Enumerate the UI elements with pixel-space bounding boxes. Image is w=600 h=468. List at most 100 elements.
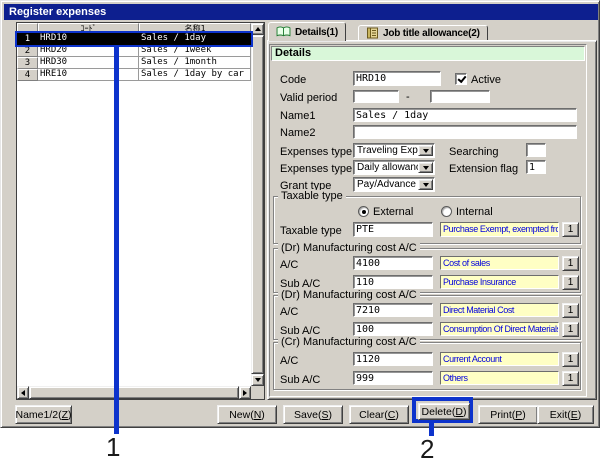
save-button[interactable]: Save(S): [283, 405, 343, 424]
table-row[interactable]: 2 HRD20 Sales / 1week: [17, 45, 251, 57]
label-part: ): [578, 409, 582, 421]
dr2-ac-lookup-button[interactable]: 1: [562, 303, 579, 318]
header-code[interactable]: ｺｰﾄﾞ: [38, 23, 139, 33]
grant-type-select[interactable]: Pay/Advance: [353, 177, 435, 192]
dr1-ac-label: A/C: [280, 259, 298, 271]
title-bar[interactable]: Register expenses: [4, 4, 598, 20]
label-part: ): [395, 409, 399, 421]
label-part: ): [261, 409, 265, 421]
exit-button[interactable]: Exit(E): [537, 405, 594, 424]
print-button[interactable]: Print(P): [478, 405, 538, 424]
valid-from-input[interactable]: [353, 90, 399, 103]
label-part: Print(: [490, 409, 515, 421]
scroll-down-button[interactable]: [251, 374, 264, 386]
searching-input[interactable]: [526, 143, 546, 157]
callout-2-label: 2: [420, 434, 434, 465]
label-part: Clear(: [359, 409, 388, 421]
label-part: S: [321, 409, 328, 421]
dr2-ac-input[interactable]: [353, 303, 433, 317]
scroll-corner: [251, 386, 264, 399]
taxable-type-group-label: Taxable type: [278, 190, 346, 202]
name12-button[interactable]: Name1/2(Z): [15, 405, 72, 424]
table-row[interactable]: 3 HRD30 Sales / 1month: [17, 57, 251, 69]
cr-ac-input[interactable]: [353, 352, 433, 366]
window-title: Register expenses: [9, 6, 106, 18]
expenses-type-1-value: Traveling Exp: [357, 145, 418, 156]
tab-details[interactable]: Details(1): [268, 22, 346, 41]
valid-to-input[interactable]: [430, 90, 490, 103]
dr1-sub-name-display: Purchase Insurance: [440, 275, 559, 289]
row-name: Sales / 1week: [139, 45, 251, 57]
row-name: Sales / 1day by car: [139, 69, 251, 81]
table-row[interactable]: 4 HRE10 Sales / 1day by car: [17, 69, 251, 81]
dr1-group-label: (Dr) Manufacturing cost A/C: [278, 242, 420, 254]
scroll-left-button[interactable]: [17, 386, 29, 399]
row-code: HRD10: [38, 33, 139, 45]
dropdown-arrow-icon[interactable]: [418, 145, 433, 156]
taxable-desc-display: Purchase Exempt, exempted from: [440, 222, 559, 237]
horizontal-scroll-thumb[interactable]: [29, 386, 239, 399]
active-label: Active: [471, 74, 501, 86]
cr-sub-input[interactable]: [353, 371, 433, 385]
clear-button[interactable]: Clear(C): [349, 405, 409, 424]
internal-label: Internal: [456, 206, 493, 218]
scroll-right-button[interactable]: [239, 386, 251, 399]
dr1-ac-name-display: Cost of sales: [440, 256, 559, 270]
code-input[interactable]: [353, 71, 441, 86]
name1-input[interactable]: [353, 108, 577, 122]
code-label: Code: [280, 74, 306, 86]
vertical-scrollbar[interactable]: [251, 23, 264, 386]
grant-type-value: Pay/Advance: [357, 179, 416, 190]
table-header-row: ｺｰﾄﾞ 名称1: [17, 23, 251, 33]
dr1-ac-input[interactable]: [353, 256, 433, 270]
expenses-type-2-label: Expenses type: [280, 163, 352, 175]
cr-ac-lookup-button[interactable]: 1: [562, 352, 579, 367]
expenses-table: ｺｰﾄﾞ 名称1 1 HRD10 Sales / 1day 2 HRD20 Sa…: [16, 22, 265, 400]
book-icon: [276, 26, 291, 38]
header-num: [17, 23, 38, 33]
taxable-lookup-button[interactable]: 1: [562, 222, 579, 237]
internal-radio[interactable]: [441, 206, 452, 217]
valid-period-label: Valid period: [280, 92, 337, 104]
tab-job-title-allowance[interactable]: Job title allowance(2): [358, 25, 488, 41]
external-radio[interactable]: [358, 206, 369, 217]
table-body: ｺｰﾄﾞ 名称1 1 HRD10 Sales / 1day 2 HRD20 Sa…: [17, 23, 251, 386]
horizontal-scrollbar[interactable]: [17, 386, 251, 399]
row-num: 4: [17, 69, 38, 81]
scroll-down-icon: [255, 378, 261, 385]
cr-ac-name-display: Current Account: [440, 352, 559, 366]
dr2-sub-input[interactable]: [353, 322, 433, 336]
expenses-type-2-select[interactable]: Daily allowance: [353, 160, 435, 175]
header-name1[interactable]: 名称1: [139, 23, 251, 33]
label-part: P: [515, 409, 522, 421]
dr2-sub-name-display: Consumption Of Direct Materials: [440, 322, 559, 336]
taxable-code-input[interactable]: [353, 222, 433, 237]
name2-input[interactable]: [353, 125, 577, 139]
scroll-up-icon: [255, 24, 261, 31]
row-num: 2: [17, 45, 38, 57]
row-name: Sales / 1day: [139, 33, 251, 45]
triangle-down: [423, 166, 429, 173]
dr1-sub-input[interactable]: [353, 275, 433, 289]
scroll-right-icon: [243, 390, 250, 396]
taxable-type-label: Taxable type: [280, 225, 342, 237]
dropdown-arrow-icon[interactable]: [418, 179, 433, 190]
dr1-sub-lookup-button[interactable]: 1: [562, 275, 579, 290]
label-part: N: [254, 409, 262, 421]
dr2-sub-lookup-button[interactable]: 1: [562, 322, 579, 337]
dropdown-arrow-icon[interactable]: [418, 162, 433, 173]
table-row[interactable]: 1 HRD10 Sales / 1day: [17, 33, 251, 45]
active-checkbox[interactable]: [455, 73, 467, 85]
row-num: 3: [17, 57, 38, 69]
delete-button[interactable]: Delete(D): [418, 403, 470, 420]
extension-flag-input[interactable]: [526, 160, 546, 174]
dr1-ac-lookup-button[interactable]: 1: [562, 256, 579, 271]
expenses-type-1-select[interactable]: Traveling Exp: [353, 143, 435, 158]
new-button[interactable]: New(N): [217, 405, 277, 424]
cr-sub-name-display: Others: [440, 371, 559, 385]
cr-sub-lookup-button[interactable]: 1: [562, 371, 579, 386]
scroll-up-button[interactable]: [251, 23, 264, 35]
vertical-scroll-thumb[interactable]: [251, 35, 264, 374]
dr2-ac-label: A/C: [280, 306, 298, 318]
dr2-group-label: (Dr) Manufacturing cost A/C: [278, 289, 420, 301]
